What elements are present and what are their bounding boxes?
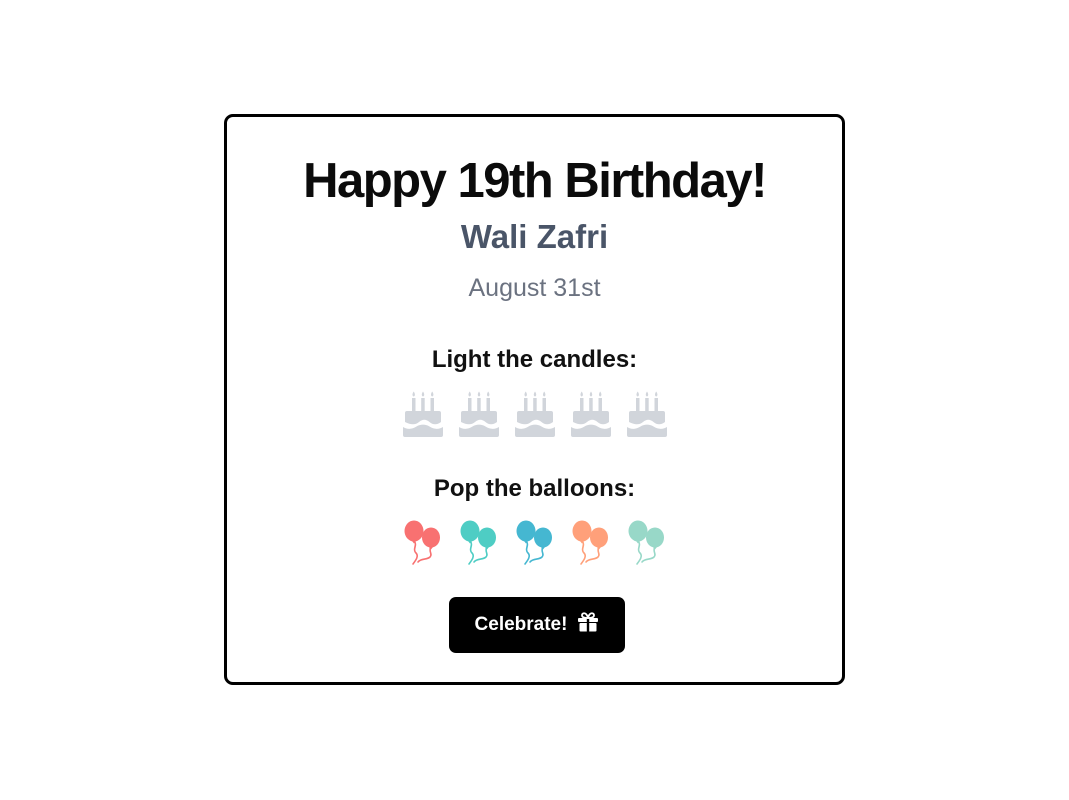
candles-row (227, 391, 842, 437)
birthday-cake-icon (514, 391, 555, 437)
balloons-icon (515, 520, 555, 566)
balloons-icon (403, 520, 443, 566)
candle-cake-button[interactable] (514, 391, 555, 437)
celebrate-button[interactable]: Celebrate! (449, 597, 625, 653)
birthday-card: Happy 19th Birthday! Wali Zafri August 3… (224, 114, 845, 685)
card-title: Happy 19th Birthday! (303, 154, 767, 208)
balloon-button[interactable] (627, 520, 667, 566)
birthday-date: August 31st (468, 274, 601, 302)
recipient-name: Wali Zafri (460, 218, 609, 255)
balloon-button[interactable] (515, 520, 555, 566)
celebrate-button-label: Celebrate! (474, 614, 568, 635)
candle-cake-button[interactable] (458, 391, 499, 437)
balloon-button[interactable] (403, 520, 443, 566)
candle-cake-button[interactable] (626, 391, 667, 437)
balloons-icon (627, 520, 667, 566)
balloons-label: Pop the balloons: (433, 475, 636, 502)
balloons-icon (459, 520, 499, 566)
candle-cake-button[interactable] (570, 391, 611, 437)
balloon-button[interactable] (459, 520, 499, 566)
birthday-cake-icon (402, 391, 443, 437)
birthday-cake-icon (458, 391, 499, 437)
balloon-button[interactable] (571, 520, 611, 566)
candles-label: Light the candles: (431, 346, 638, 373)
gift-icon (577, 612, 599, 638)
birthday-cake-icon (570, 391, 611, 437)
balloons-icon (571, 520, 611, 566)
balloons-row (227, 520, 842, 566)
birthday-cake-icon (626, 391, 667, 437)
candle-cake-button[interactable] (402, 391, 443, 437)
